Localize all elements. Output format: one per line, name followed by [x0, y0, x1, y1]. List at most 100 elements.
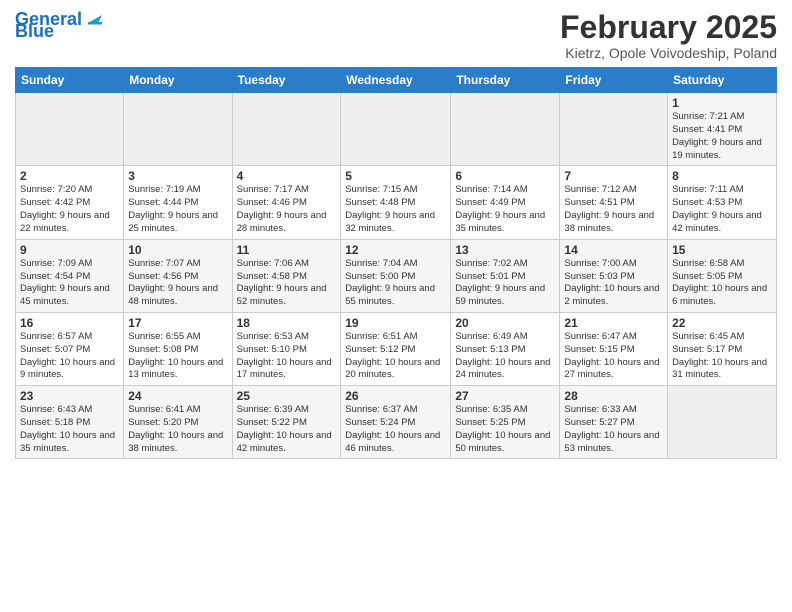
- day-number: 27: [455, 389, 555, 403]
- day-number: 20: [455, 316, 555, 330]
- day-number: 5: [345, 169, 446, 183]
- day-number: 22: [672, 316, 772, 330]
- calendar-day: 2Sunrise: 7:20 AM Sunset: 4:42 PM Daylig…: [16, 166, 124, 239]
- calendar-day: 4Sunrise: 7:17 AM Sunset: 4:46 PM Daylig…: [232, 166, 341, 239]
- day-number: 23: [20, 389, 119, 403]
- day-number: 14: [564, 243, 663, 257]
- calendar-day: 3Sunrise: 7:19 AM Sunset: 4:44 PM Daylig…: [124, 166, 232, 239]
- day-number: 8: [672, 169, 772, 183]
- day-info: Sunrise: 7:12 AM Sunset: 4:51 PM Dayligh…: [564, 184, 663, 235]
- calendar-week-row: 1Sunrise: 7:21 AM Sunset: 4:41 PM Daylig…: [16, 93, 777, 166]
- calendar-day: 19Sunrise: 6:51 AM Sunset: 5:12 PM Dayli…: [341, 312, 451, 385]
- calendar-day: 17Sunrise: 6:55 AM Sunset: 5:08 PM Dayli…: [124, 312, 232, 385]
- day-number: 2: [20, 169, 119, 183]
- logo-icon: [84, 5, 106, 27]
- col-monday: Monday: [124, 68, 232, 93]
- day-number: 28: [564, 389, 663, 403]
- day-info: Sunrise: 7:21 AM Sunset: 4:41 PM Dayligh…: [672, 111, 772, 162]
- calendar-day: 26Sunrise: 6:37 AM Sunset: 5:24 PM Dayli…: [341, 386, 451, 459]
- page: General Blue February 2025 Kietrz, Opole…: [0, 0, 792, 612]
- calendar-day: [341, 93, 451, 166]
- day-number: 16: [20, 316, 119, 330]
- calendar-day: 24Sunrise: 6:41 AM Sunset: 5:20 PM Dayli…: [124, 386, 232, 459]
- day-info: Sunrise: 6:47 AM Sunset: 5:15 PM Dayligh…: [564, 331, 663, 382]
- calendar-day: 13Sunrise: 7:02 AM Sunset: 5:01 PM Dayli…: [451, 239, 560, 312]
- day-number: 21: [564, 316, 663, 330]
- logo: General Blue: [15, 10, 106, 40]
- logo-blue: Blue: [15, 22, 54, 40]
- day-info: Sunrise: 6:51 AM Sunset: 5:12 PM Dayligh…: [345, 331, 446, 382]
- day-number: 13: [455, 243, 555, 257]
- day-info: Sunrise: 7:14 AM Sunset: 4:49 PM Dayligh…: [455, 184, 555, 235]
- day-number: 18: [237, 316, 337, 330]
- day-number: 15: [672, 243, 772, 257]
- calendar-day: 21Sunrise: 6:47 AM Sunset: 5:15 PM Dayli…: [560, 312, 668, 385]
- day-number: 25: [237, 389, 337, 403]
- calendar-day: 22Sunrise: 6:45 AM Sunset: 5:17 PM Dayli…: [668, 312, 777, 385]
- day-number: 19: [345, 316, 446, 330]
- day-number: 9: [20, 243, 119, 257]
- day-info: Sunrise: 6:55 AM Sunset: 5:08 PM Dayligh…: [128, 331, 227, 382]
- day-info: Sunrise: 6:43 AM Sunset: 5:18 PM Dayligh…: [20, 404, 119, 455]
- day-info: Sunrise: 6:57 AM Sunset: 5:07 PM Dayligh…: [20, 331, 119, 382]
- calendar-day: 20Sunrise: 6:49 AM Sunset: 5:13 PM Dayli…: [451, 312, 560, 385]
- day-number: 4: [237, 169, 337, 183]
- col-saturday: Saturday: [668, 68, 777, 93]
- calendar-day: [451, 93, 560, 166]
- day-info: Sunrise: 7:15 AM Sunset: 4:48 PM Dayligh…: [345, 184, 446, 235]
- header-right: February 2025 Kietrz, Opole Voivodeship,…: [560, 10, 777, 61]
- calendar-table: Sunday Monday Tuesday Wednesday Thursday…: [15, 67, 777, 459]
- day-number: 1: [672, 96, 772, 110]
- day-info: Sunrise: 6:35 AM Sunset: 5:25 PM Dayligh…: [455, 404, 555, 455]
- calendar-day: 28Sunrise: 6:33 AM Sunset: 5:27 PM Dayli…: [560, 386, 668, 459]
- calendar-day: [16, 93, 124, 166]
- calendar-header-row: Sunday Monday Tuesday Wednesday Thursday…: [16, 68, 777, 93]
- day-info: Sunrise: 7:19 AM Sunset: 4:44 PM Dayligh…: [128, 184, 227, 235]
- day-info: Sunrise: 7:00 AM Sunset: 5:03 PM Dayligh…: [564, 258, 663, 309]
- col-tuesday: Tuesday: [232, 68, 341, 93]
- day-info: Sunrise: 7:11 AM Sunset: 4:53 PM Dayligh…: [672, 184, 772, 235]
- col-thursday: Thursday: [451, 68, 560, 93]
- day-info: Sunrise: 7:17 AM Sunset: 4:46 PM Dayligh…: [237, 184, 337, 235]
- day-info: Sunrise: 6:41 AM Sunset: 5:20 PM Dayligh…: [128, 404, 227, 455]
- calendar-day: 27Sunrise: 6:35 AM Sunset: 5:25 PM Dayli…: [451, 386, 560, 459]
- day-number: 3: [128, 169, 227, 183]
- day-number: 7: [564, 169, 663, 183]
- day-number: 10: [128, 243, 227, 257]
- day-number: 6: [455, 169, 555, 183]
- month-title: February 2025: [560, 10, 777, 45]
- calendar-day: 10Sunrise: 7:07 AM Sunset: 4:56 PM Dayli…: [124, 239, 232, 312]
- day-info: Sunrise: 6:45 AM Sunset: 5:17 PM Dayligh…: [672, 331, 772, 382]
- day-info: Sunrise: 6:39 AM Sunset: 5:22 PM Dayligh…: [237, 404, 337, 455]
- col-wednesday: Wednesday: [341, 68, 451, 93]
- calendar-day: 5Sunrise: 7:15 AM Sunset: 4:48 PM Daylig…: [341, 166, 451, 239]
- calendar-day: [560, 93, 668, 166]
- day-number: 24: [128, 389, 227, 403]
- calendar-week-row: 2Sunrise: 7:20 AM Sunset: 4:42 PM Daylig…: [16, 166, 777, 239]
- calendar-day: [668, 386, 777, 459]
- calendar-day: 12Sunrise: 7:04 AM Sunset: 5:00 PM Dayli…: [341, 239, 451, 312]
- calendar-day: 15Sunrise: 6:58 AM Sunset: 5:05 PM Dayli…: [668, 239, 777, 312]
- calendar-day: 16Sunrise: 6:57 AM Sunset: 5:07 PM Dayli…: [16, 312, 124, 385]
- calendar-week-row: 16Sunrise: 6:57 AM Sunset: 5:07 PM Dayli…: [16, 312, 777, 385]
- day-info: Sunrise: 7:20 AM Sunset: 4:42 PM Dayligh…: [20, 184, 119, 235]
- calendar-day: 18Sunrise: 6:53 AM Sunset: 5:10 PM Dayli…: [232, 312, 341, 385]
- header: General Blue February 2025 Kietrz, Opole…: [15, 10, 777, 61]
- calendar-day: 7Sunrise: 7:12 AM Sunset: 4:51 PM Daylig…: [560, 166, 668, 239]
- day-info: Sunrise: 6:49 AM Sunset: 5:13 PM Dayligh…: [455, 331, 555, 382]
- day-number: 12: [345, 243, 446, 257]
- calendar-week-row: 9Sunrise: 7:09 AM Sunset: 4:54 PM Daylig…: [16, 239, 777, 312]
- calendar-day: [232, 93, 341, 166]
- day-number: 11: [237, 243, 337, 257]
- day-info: Sunrise: 7:02 AM Sunset: 5:01 PM Dayligh…: [455, 258, 555, 309]
- calendar-day: 1Sunrise: 7:21 AM Sunset: 4:41 PM Daylig…: [668, 93, 777, 166]
- calendar-day: 25Sunrise: 6:39 AM Sunset: 5:22 PM Dayli…: [232, 386, 341, 459]
- day-number: 26: [345, 389, 446, 403]
- day-info: Sunrise: 6:53 AM Sunset: 5:10 PM Dayligh…: [237, 331, 337, 382]
- day-info: Sunrise: 7:07 AM Sunset: 4:56 PM Dayligh…: [128, 258, 227, 309]
- calendar-day: 14Sunrise: 7:00 AM Sunset: 5:03 PM Dayli…: [560, 239, 668, 312]
- day-info: Sunrise: 6:33 AM Sunset: 5:27 PM Dayligh…: [564, 404, 663, 455]
- calendar-week-row: 23Sunrise: 6:43 AM Sunset: 5:18 PM Dayli…: [16, 386, 777, 459]
- day-info: Sunrise: 6:37 AM Sunset: 5:24 PM Dayligh…: [345, 404, 446, 455]
- calendar-day: 23Sunrise: 6:43 AM Sunset: 5:18 PM Dayli…: [16, 386, 124, 459]
